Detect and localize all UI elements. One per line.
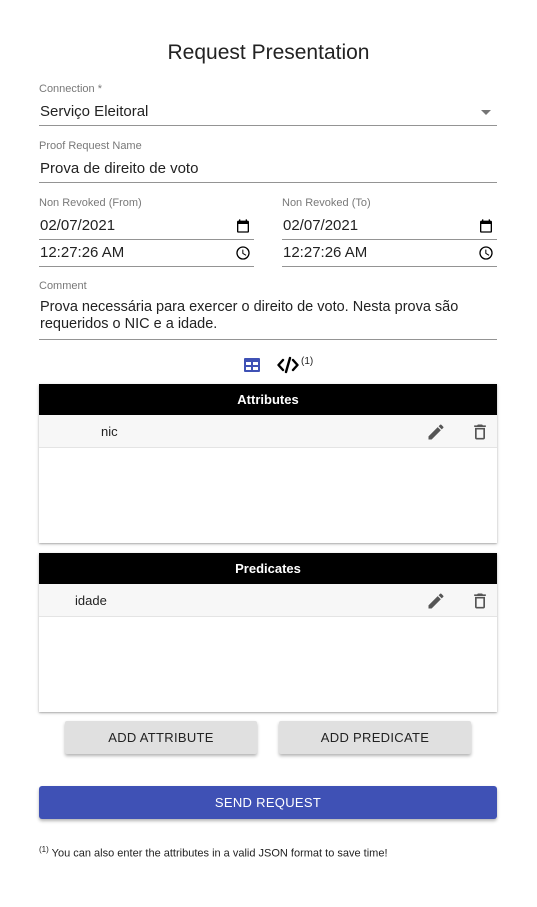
edit-icon[interactable]	[426, 422, 446, 442]
json-view-icon[interactable]	[277, 356, 299, 374]
connection-label: Connection *	[39, 83, 102, 95]
clock-icon[interactable]	[478, 245, 494, 261]
predicate-name: idade	[75, 593, 107, 608]
attribute-row: nic	[39, 415, 497, 448]
footnote-marker: (1)	[39, 845, 49, 854]
non-revoked-from-time-value[interactable]: 12:27:26 AM	[40, 244, 124, 261]
proof-request-name-underline	[39, 182, 497, 183]
comment-underline	[39, 339, 497, 340]
predicates-panel: Predicates idade	[39, 553, 497, 712]
delete-icon[interactable]	[470, 422, 490, 442]
attributes-panel: Attributes nic	[39, 384, 497, 543]
non-revoked-to-time-underline	[282, 266, 497, 267]
non-revoked-from-time-underline	[39, 266, 254, 267]
proof-request-name-label: Proof Request Name	[39, 140, 142, 152]
connection-underline	[39, 125, 497, 126]
table-view-icon[interactable]	[244, 358, 260, 372]
json-footnote-marker: (1)	[301, 356, 314, 367]
add-predicate-button[interactable]: ADD PREDICATE	[279, 721, 471, 754]
delete-icon[interactable]	[470, 591, 490, 611]
footnote: (1) You can also enter the attributes in…	[39, 845, 388, 860]
attribute-name: nic	[101, 424, 118, 439]
comment-field[interactable]: Comment Prova necessária para exercer o …	[39, 280, 497, 340]
calendar-icon[interactable]	[235, 218, 251, 234]
page-title: Request Presentation	[167, 41, 370, 64]
non-revoked-from-date-input[interactable]: 02/07/2021	[40, 217, 254, 237]
add-attribute-button[interactable]: ADD ATTRIBUTE	[65, 721, 257, 754]
view-toggle: (1)	[0, 354, 537, 376]
edit-icon[interactable]	[426, 591, 446, 611]
non-revoked-to-date-value[interactable]: 02/07/2021	[283, 217, 358, 234]
footnote-text: You can also enter the attributes in a v…	[48, 847, 388, 860]
send-request-button[interactable]: SEND REQUEST	[39, 786, 497, 819]
connection-value[interactable]: Serviço Eleitoral	[40, 103, 148, 121]
predicate-row: idade	[39, 584, 497, 617]
comment-label: Comment	[39, 280, 87, 292]
calendar-icon[interactable]	[478, 218, 494, 234]
non-revoked-to-date-input[interactable]: 02/07/2021	[283, 217, 497, 237]
clock-icon[interactable]	[235, 245, 251, 261]
non-revoked-to-time-value[interactable]: 12:27:26 AM	[283, 244, 367, 261]
non-revoked-to-field: Non Revoked (To) 02/07/2021 12:27:26 AM	[282, 197, 497, 267]
attributes-header: Attributes	[39, 384, 497, 415]
proof-request-name-input[interactable]: Prova de direito de voto	[40, 160, 198, 178]
non-revoked-from-field: Non Revoked (From) 02/07/2021 12:27:26 A…	[39, 197, 254, 267]
non-revoked-to-label: Non Revoked (To)	[282, 197, 371, 209]
non-revoked-from-label: Non Revoked (From)	[39, 197, 142, 209]
non-revoked-to-time-input[interactable]: 12:27:26 AM	[283, 244, 497, 264]
connection-select[interactable]: Connection * Serviço Eleitoral	[39, 83, 497, 126]
comment-textarea[interactable]: Prova necessária para exercer o direito …	[40, 299, 493, 333]
non-revoked-from-date-value[interactable]: 02/07/2021	[40, 217, 115, 234]
predicates-header: Predicates	[39, 553, 497, 584]
non-revoked-from-date-underline	[39, 239, 254, 240]
dropdown-arrow-icon[interactable]	[481, 110, 491, 115]
proof-request-name-field[interactable]: Proof Request Name Prova de direito de v…	[39, 140, 497, 183]
non-revoked-from-time-input[interactable]: 12:27:26 AM	[40, 244, 254, 264]
non-revoked-to-date-underline	[282, 239, 497, 240]
